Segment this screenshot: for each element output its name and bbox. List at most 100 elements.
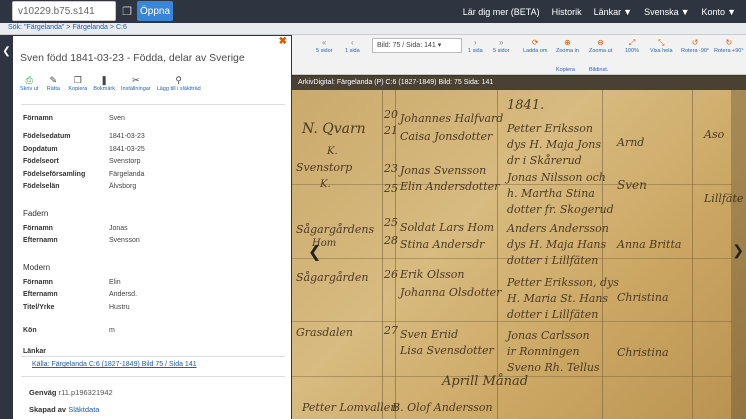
next-image-icon[interactable]: ❯ xyxy=(732,242,744,259)
actual-size-icon: ⤢ xyxy=(628,38,636,47)
image-settings-button[interactable]: Bildinst. xyxy=(589,57,608,73)
settings-button[interactable]: ✂ Inställningar xyxy=(121,75,151,92)
action-toolbar: ⎙ Skriv ut ✎ Rätta ❐ Kopiera ❚ Bokmärk ✂ Inst… xyxy=(20,75,201,92)
collapse-panel-icon[interactable]: ❮ xyxy=(0,36,13,66)
copy-button[interactable]: ❐ Kopiera xyxy=(68,75,87,92)
field-value: Jonas xyxy=(109,224,128,232)
field-value: Älvsborg xyxy=(109,183,137,191)
field-label: Länkar xyxy=(23,347,46,355)
nav-language[interactable]: Svenska ▼ xyxy=(644,7,689,17)
field-value: Hustru xyxy=(109,303,130,311)
zoom-out-button[interactable]: ⊖ Zooma ut xyxy=(589,38,612,54)
shortcut-value: r11.p196321942 xyxy=(58,388,113,397)
right-icon: › xyxy=(474,38,477,47)
divider xyxy=(21,356,285,357)
nav-links[interactable]: Länkar ▼ xyxy=(594,7,632,17)
chevron-down-icon: ▾ xyxy=(437,42,442,49)
field-label: Födelsedatum xyxy=(23,133,71,141)
nav-learn-more[interactable]: Lär dig mer (BETA) xyxy=(463,7,540,17)
section-heading: Modern xyxy=(23,263,51,272)
divider xyxy=(21,376,285,377)
printer-icon: ⎙ xyxy=(25,75,33,85)
page-title: Sven född 1841-03-23 - Födda, delar av S… xyxy=(20,52,245,64)
breadcrumb: Sök: "Färgelanda" > Färgelanda > C:6 xyxy=(0,23,746,35)
next-page-button[interactable]: › 1 sida xyxy=(468,38,483,54)
left-icon: ‹ xyxy=(351,38,354,47)
add-to-tree-button[interactable]: ⚲ Lägg till i släktträd xyxy=(157,75,201,92)
field-value: Elin xyxy=(109,278,121,286)
close-icon[interactable]: ✖ xyxy=(279,36,287,47)
created-by-row: Skapad av Släktdata xyxy=(29,405,99,414)
next-5-pages-button[interactable]: » 5 sidor xyxy=(493,38,510,54)
image-caption: ArkivDigital: Färgelanda (P) C:6 (1827-1… xyxy=(292,76,746,90)
field-value: Andersd. xyxy=(109,291,138,299)
field-label: Födelseförsamling xyxy=(23,170,86,178)
shortcut-row: Genväg r11.p196321942 xyxy=(29,388,113,397)
fit-icon: ⤡ xyxy=(658,38,665,47)
person-fields: Förnamn Sven Födelsedatum 1841-03-23 Dopda… xyxy=(23,112,285,193)
chevron-down-icon: ▼ xyxy=(727,6,736,17)
breadcrumb-parish[interactable]: Färgelanda xyxy=(72,24,107,31)
viewer-toolbar: «5 sidor ‹ 1 sida Bild: 75 / Sida: 141 ▾ … xyxy=(292,35,746,75)
copy-image-button[interactable]: Kopiera xyxy=(556,57,575,73)
source-link[interactable]: Källa: Färgelanda C:6 (1827-1849) Bild 7… xyxy=(32,361,197,368)
divider xyxy=(21,104,285,105)
prev-image-icon[interactable]: ❮ xyxy=(308,242,321,262)
field-label: Efternamn xyxy=(23,237,58,245)
field-label: Dopdatum xyxy=(23,145,58,153)
correct-button[interactable]: ✎ Rätta xyxy=(44,75,62,92)
copy-icon: ❐ xyxy=(73,75,82,85)
mother-fields: Modern Förnamn Elin Efternamn Andersd. Tit… xyxy=(23,263,285,314)
field-label: Titel/Yrke xyxy=(23,303,55,311)
prev-page-button[interactable]: ‹ 1 sida xyxy=(345,38,360,54)
field-label: Födelseort xyxy=(23,158,59,166)
gender-field: Kön m xyxy=(23,324,285,337)
fit-page-button[interactable]: ⤡ Visa hela xyxy=(650,38,673,54)
field-label: Förnamn xyxy=(23,278,53,286)
open-button[interactable]: Öppna xyxy=(137,1,173,21)
rotate-left-button[interactable]: ↺ Rotera -90° xyxy=(681,38,709,54)
rotate-right-button[interactable]: ↻ Rotera +90° xyxy=(714,38,744,54)
top-navbar: v10229.b75.s141 ❐ Öppna Lär dig mer (BET… xyxy=(0,0,746,23)
actual-size-button[interactable]: ⤢ 100% xyxy=(625,38,639,54)
wrench-icon: ✂ xyxy=(132,75,140,85)
double-left-icon: « xyxy=(322,38,327,47)
field-label: Kön xyxy=(23,326,37,334)
field-value: Sven xyxy=(109,114,125,122)
zoom-out-icon: ⊖ xyxy=(597,38,604,47)
double-right-icon: » xyxy=(499,38,504,47)
zoom-in-button[interactable]: ⊕ Zooma in xyxy=(556,38,579,54)
field-value: 1841-03-25 xyxy=(109,145,145,153)
image-viewer[interactable]: ArkivDigital: Färgelanda (P) C:6 (1827-1… xyxy=(292,76,746,419)
print-button[interactable]: ⎙ Skriv ut xyxy=(20,75,38,92)
field-label: Förnamn xyxy=(23,114,53,122)
field-value: 1841-03-23 xyxy=(109,133,145,141)
chevron-down-icon: ▼ xyxy=(680,6,690,17)
search-input[interactable]: v10229.b75.s141 xyxy=(12,1,116,21)
nav-history[interactable]: Historik xyxy=(552,7,582,17)
zoom-in-icon: ⊕ xyxy=(564,38,571,47)
breadcrumb-volume[interactable]: C:6 xyxy=(116,24,127,31)
prev-5-pages-button[interactable]: «5 sidor xyxy=(316,38,333,54)
page-select[interactable]: Bild: 75 / Sida: 141 ▾ xyxy=(372,38,462,53)
rotate-left-icon: ↺ xyxy=(691,38,699,47)
rotate-right-icon: ↻ xyxy=(725,38,733,47)
nav-account[interactable]: Konto ▼ xyxy=(702,7,736,17)
reload-button[interactable]: ⟳ Ladda om xyxy=(523,38,547,54)
created-by-link[interactable]: Släktdata xyxy=(68,405,99,414)
tree-icon: ⚲ xyxy=(175,75,182,85)
section-heading: Fadern xyxy=(23,209,49,218)
created-label: Skapad av xyxy=(29,405,67,414)
record-panel: ✖ Sven född 1841-03-23 - Födda, delar av… xyxy=(13,36,291,419)
reload-icon: ⟳ xyxy=(531,38,539,47)
pencil-icon: ✎ xyxy=(49,75,58,85)
chevron-down-icon: ▼ xyxy=(623,6,633,17)
shortcut-label: Genväg xyxy=(29,388,57,397)
breadcrumb-search[interactable]: Sök: "Färgelanda" xyxy=(8,24,64,31)
field-label: Förnamn xyxy=(23,224,53,232)
bookmark-button[interactable]: ❚ Bokmärk xyxy=(93,75,115,92)
field-value: Färgelanda xyxy=(109,170,145,178)
copy-icon[interactable]: ❐ xyxy=(119,2,135,20)
field-value: Svenstorp xyxy=(109,158,141,166)
field-value: Svensson xyxy=(109,237,140,245)
